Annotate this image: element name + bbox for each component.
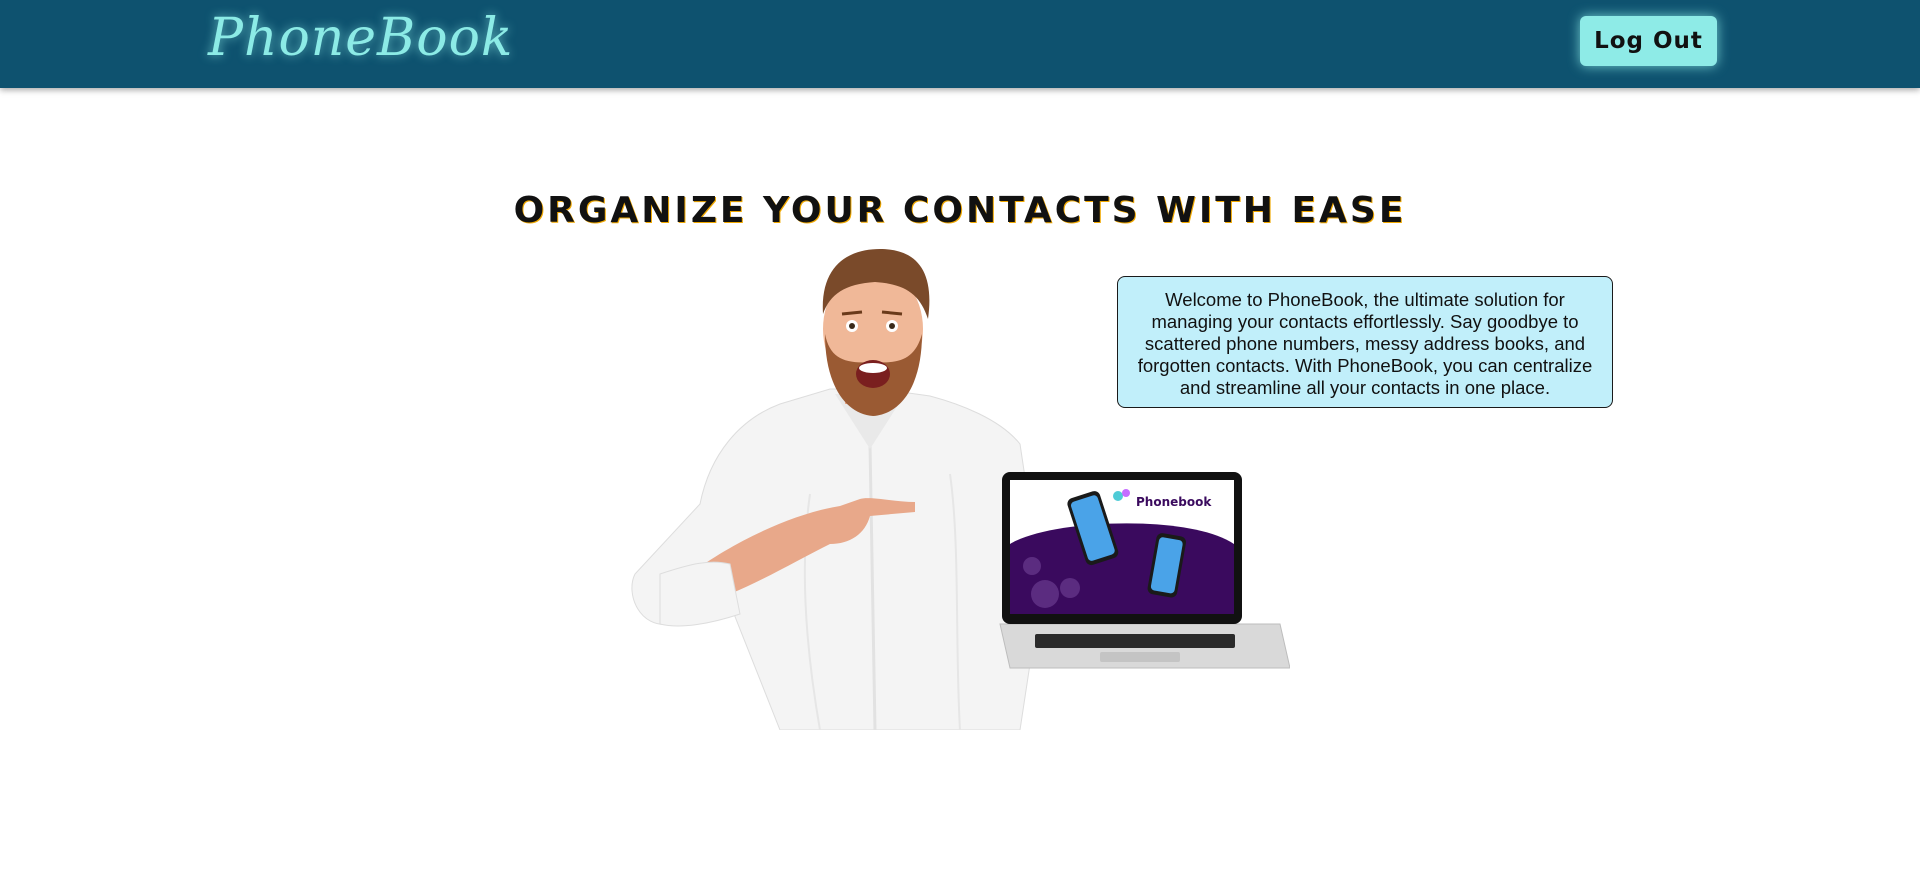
app-logo[interactable]: PhoneBook: [208, 8, 513, 68]
laptop-screen-brand: Phonebook: [1136, 495, 1212, 509]
welcome-description-box: Welcome to PhoneBook, the ultimate solut…: [1117, 276, 1613, 408]
page-headline: ORGANIZE YOUR CONTACTS WITH EASE: [513, 190, 1407, 231]
logout-button[interactable]: Log Out: [1580, 16, 1717, 66]
top-navbar: PhoneBook Log Out: [0, 0, 1920, 88]
welcome-text: Welcome to PhoneBook, the ultimate solut…: [1137, 289, 1593, 398]
